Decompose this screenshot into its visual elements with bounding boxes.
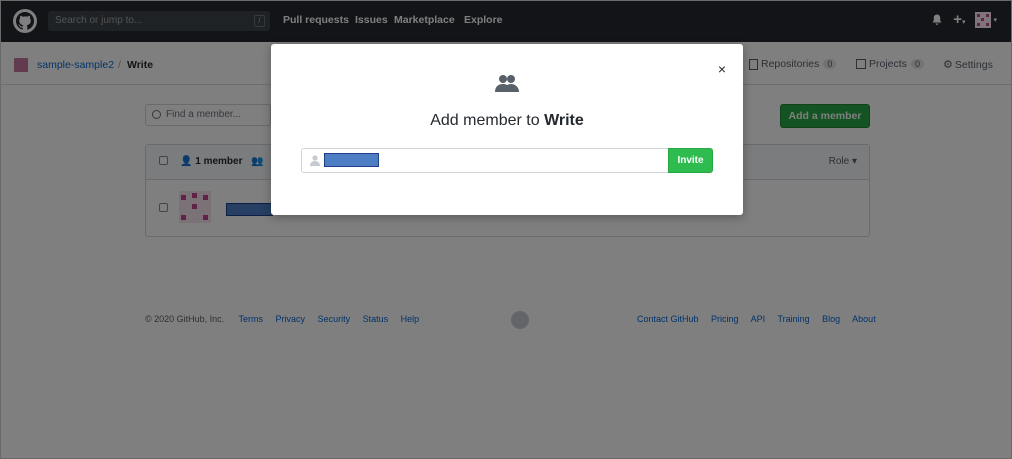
person-icon [310,155,320,166]
invite-button[interactable]: Invite [668,148,713,173]
redacted-input-value [324,153,379,167]
dialog-title-team: Write [544,112,584,129]
people-icon [495,75,519,92]
add-member-dialog: × Add member to Write Invite [271,44,743,215]
dialog-title-prefix: Add member to [430,112,540,129]
close-icon[interactable]: × [718,62,726,76]
dialog-title: Add member to Write [271,112,743,130]
invite-username-input[interactable] [301,148,668,173]
